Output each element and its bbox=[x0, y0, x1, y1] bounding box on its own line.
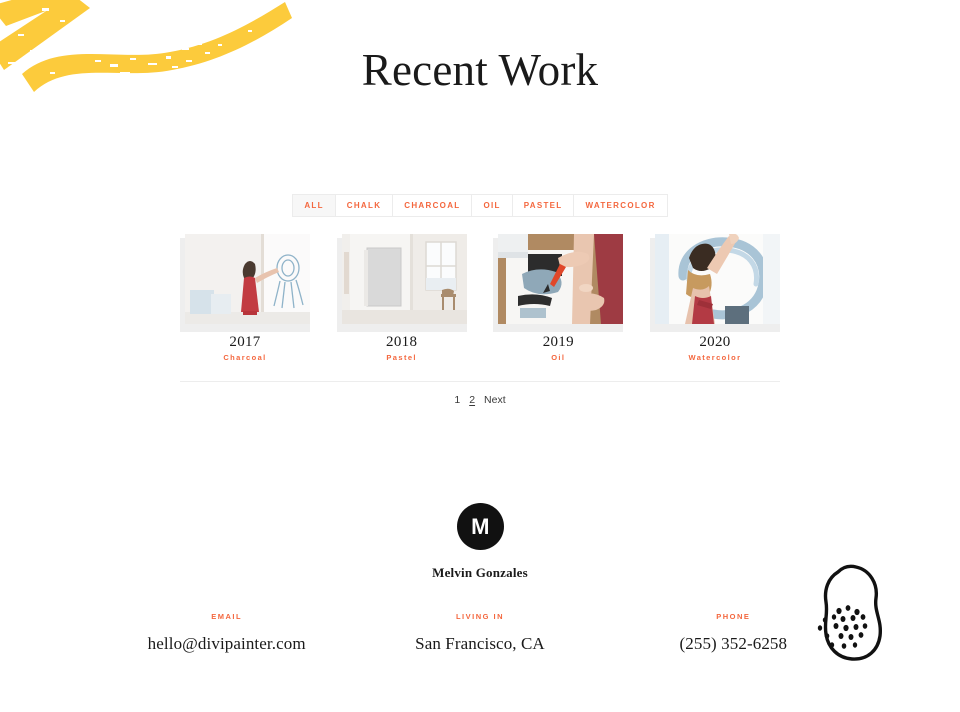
contact-column-location: LIVING IN San Francisco, CA bbox=[353, 612, 606, 654]
project-year[interactable]: 2018 bbox=[337, 334, 467, 351]
project-card[interactable]: 2019 Oil bbox=[493, 234, 624, 362]
footer-contact-row: EMAIL hello@divipainter.com LIVING IN Sa… bbox=[100, 612, 860, 654]
pagination: 1 2 Next bbox=[0, 394, 960, 407]
brand-logo[interactable]: M bbox=[457, 503, 504, 550]
project-year[interactable]: 2020 bbox=[650, 334, 780, 351]
project-meta: 2020 Watercolor bbox=[650, 334, 780, 362]
page-next-link[interactable]: Next bbox=[484, 394, 506, 407]
portfolio-filter-bar: ALL CHALK CHARCOAL OIL PASTEL WATERCOLOR bbox=[0, 194, 960, 217]
project-category[interactable]: Watercolor bbox=[650, 353, 780, 362]
project-category[interactable]: Oil bbox=[493, 353, 623, 362]
project-thumbnail-2019[interactable] bbox=[498, 234, 624, 324]
contact-column-phone: PHONE (255) 352-6258 bbox=[607, 612, 860, 654]
filter-item-pastel[interactable]: PASTEL bbox=[512, 195, 575, 216]
page-link-1[interactable]: 1 bbox=[454, 394, 460, 407]
project-year[interactable]: 2017 bbox=[180, 334, 310, 351]
project-category[interactable]: Pastel bbox=[337, 353, 467, 362]
filter-item-charcoal[interactable]: CHARCOAL bbox=[393, 195, 473, 216]
contact-value-location: San Francisco, CA bbox=[415, 634, 545, 653]
contact-label-email: EMAIL bbox=[211, 612, 243, 621]
filter-item-all[interactable]: ALL bbox=[293, 195, 336, 216]
project-year[interactable]: 2019 bbox=[493, 334, 623, 351]
project-meta: 2018 Pastel bbox=[337, 334, 467, 362]
page-title: Recent Work bbox=[361, 45, 599, 95]
project-card[interactable]: 2017 Charcoal bbox=[180, 234, 310, 362]
project-card[interactable]: 2020 Watercolor bbox=[649, 234, 780, 362]
contact-label-location: LIVING IN bbox=[455, 612, 505, 621]
contact-value-phone[interactable]: (255) 352-6258 bbox=[607, 633, 860, 654]
project-thumbnail-2018[interactable] bbox=[341, 234, 467, 324]
contact-column-email: EMAIL hello@divipainter.com bbox=[100, 612, 353, 654]
filter-item-chalk[interactable]: CHALK bbox=[335, 195, 394, 216]
filter-item-watercolor[interactable]: WATERCOLOR bbox=[574, 195, 667, 216]
grid-divider bbox=[180, 381, 780, 382]
page-link-2[interactable]: 2 bbox=[469, 394, 475, 407]
brand-name: Melvin Gonzales bbox=[432, 565, 528, 580]
project-card[interactable]: 2018 Pastel bbox=[336, 234, 467, 362]
project-meta: 2019 Oil bbox=[493, 334, 623, 362]
contact-label-phone: PHONE bbox=[716, 612, 751, 621]
contact-value-email[interactable]: hello@divipainter.com bbox=[100, 633, 353, 654]
project-thumbnail-2017[interactable] bbox=[185, 234, 310, 324]
filter-item-oil[interactable]: OIL bbox=[472, 195, 513, 216]
brand-monogram: M bbox=[471, 513, 490, 539]
project-meta: 2017 Charcoal bbox=[180, 334, 310, 362]
project-thumbnail-2020[interactable] bbox=[654, 234, 780, 324]
portfolio-grid: 2017 Charcoal 2018 Pastel 2019 Oil 2020 … bbox=[180, 234, 780, 362]
project-category[interactable]: Charcoal bbox=[180, 353, 310, 362]
filter-group: ALL CHALK CHARCOAL OIL PASTEL WATERCOLOR bbox=[292, 194, 668, 217]
